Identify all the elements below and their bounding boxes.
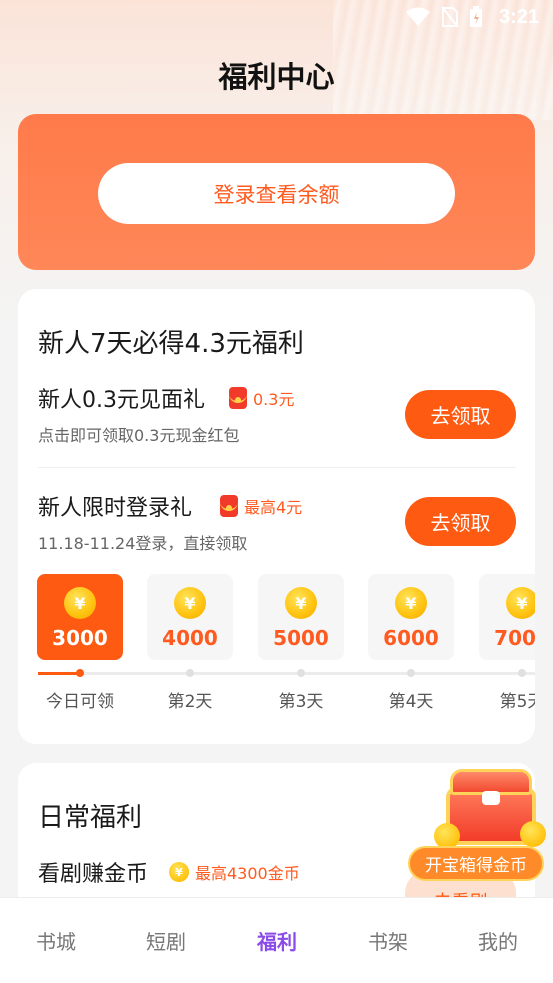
coin-amount: 7000 (494, 626, 535, 650)
divider (38, 467, 516, 468)
reward-tag: ¥ 最高4300金币 (169, 860, 300, 884)
claim-button[interactable]: 去领取 (405, 390, 516, 439)
wifi-icon (406, 7, 430, 26)
day-label: 第4天 (388, 692, 434, 712)
red-packet-icon (229, 387, 247, 409)
claim-button[interactable]: 去领取 (405, 497, 516, 546)
reward-tag-label: 最高4元 (244, 498, 303, 517)
checkin-day-5[interactable]: ¥ 7000 (479, 574, 535, 660)
day-label: 第2天 (167, 692, 213, 712)
day-label: 今日可领 (46, 692, 114, 712)
battery-icon (470, 6, 482, 27)
checkin-day-3[interactable]: ¥ 5000 (258, 574, 344, 660)
coin-icon: ¥ (174, 587, 206, 619)
login-view-balance-button[interactable]: 登录查看余额 (98, 163, 455, 224)
progress-dot (76, 669, 84, 677)
task-name: 新人0.3元见面礼 (38, 388, 205, 413)
checkin-progress-track (38, 672, 535, 675)
red-packet-icon (220, 495, 238, 517)
daily-title: 日常福利 (38, 803, 143, 833)
coin-icon: ¥ (285, 587, 317, 619)
day-label: 第5天 (499, 692, 535, 712)
task-description: 点击即可领取0.3元现金红包 (38, 426, 240, 445)
day-label: 第3天 (278, 692, 324, 712)
coin-icon: ¥ (395, 587, 427, 619)
newbie-welfare-card: 新人7天必得4.3元福利 新人0.3元见面礼 0.3元 点击即可领取0.3元现金… (18, 289, 535, 744)
checkin-day-4[interactable]: ¥ 6000 (368, 574, 454, 660)
reward-tag: 最高4元 (220, 494, 302, 518)
open-chest-banner[interactable]: 开宝箱得金币 (408, 846, 544, 881)
bottom-tab-bar: 书城 短剧 福利 书架 我的 (0, 897, 553, 983)
coin-amount: 3000 (52, 626, 108, 650)
chest-lock (482, 791, 500, 805)
progress-dot (407, 669, 415, 677)
page-title: 福利中心 (218, 60, 335, 94)
coin-icon (520, 821, 546, 847)
reward-tag: 0.3元 (229, 386, 294, 410)
task-description: 11.18-11.24登录，直接领取 (38, 534, 248, 553)
newbie-title: 新人7天必得4.3元福利 (38, 329, 304, 359)
status-bar: 3:21 (0, 0, 553, 40)
tab-mine[interactable]: 我的 (443, 926, 553, 955)
checkin-day-2[interactable]: ¥ 4000 (147, 574, 233, 660)
coin-icon: ¥ (506, 587, 535, 619)
status-time: 3:21 (498, 6, 539, 28)
no-sim-icon (441, 6, 459, 28)
task-name: 看剧赚金币 (38, 862, 149, 887)
tab-bookshelf[interactable]: 书架 (333, 926, 443, 955)
progress-dot (186, 669, 194, 677)
balance-card: 登录查看余额 (18, 114, 535, 270)
coin-icon: ¥ (64, 587, 96, 619)
reward-tag-label: 最高4300金币 (195, 864, 300, 883)
checkin-day-1[interactable]: ¥ 3000 (37, 574, 123, 660)
checkin-progress-fill (38, 672, 80, 675)
coin-amount: 4000 (162, 626, 218, 650)
progress-dot (518, 669, 526, 677)
reward-tag-label: 0.3元 (253, 390, 295, 409)
status-icons (405, 6, 483, 28)
progress-dot (297, 669, 305, 677)
coin-amount: 6000 (383, 626, 439, 650)
coin-amount: 5000 (273, 626, 329, 650)
treasure-chest-icon[interactable] (428, 767, 546, 853)
task-name: 新人限时登录礼 (38, 496, 193, 521)
tab-welfare[interactable]: 福利 (222, 926, 332, 955)
coin-icon: ¥ (169, 862, 189, 882)
tab-short-drama[interactable]: 短剧 (111, 926, 221, 955)
tab-bookstore[interactable]: 书城 (1, 926, 111, 955)
